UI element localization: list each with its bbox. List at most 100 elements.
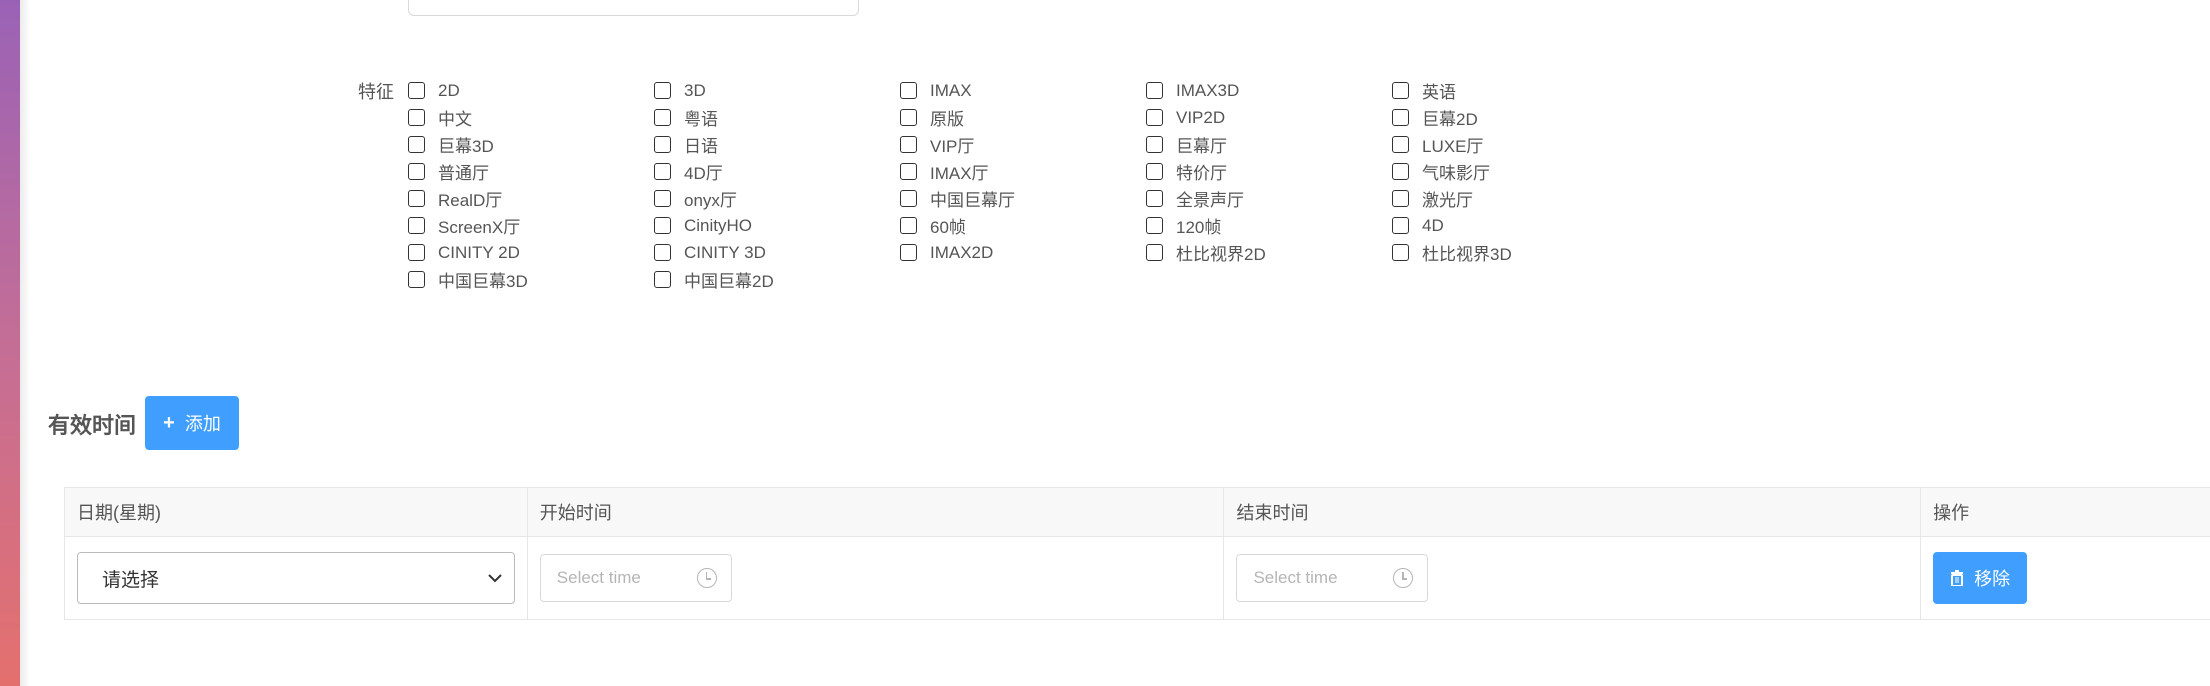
- feature-checkbox[interactable]: [900, 163, 917, 180]
- feature-checkbox[interactable]: [654, 136, 671, 153]
- feature-label: 中国巨幕厅: [930, 191, 1015, 210]
- feature-label: 英语: [1422, 83, 1456, 102]
- feature-checkbox[interactable]: [1146, 217, 1163, 234]
- feature-option[interactable]: 2D: [408, 77, 654, 104]
- feature-checkbox[interactable]: [408, 190, 425, 207]
- feature-label: 杜比视界3D: [1422, 245, 1512, 264]
- feature-label: 激光厅: [1422, 191, 1473, 210]
- feature-label: 巨幕2D: [1422, 110, 1478, 129]
- feature-checkbox[interactable]: [408, 271, 425, 288]
- feature-checkbox[interactable]: [1392, 82, 1409, 99]
- feature-label: IMAX厅: [930, 164, 989, 183]
- feature-option[interactable]: RealD厅: [408, 185, 654, 212]
- feature-checkbox[interactable]: [1146, 136, 1163, 153]
- feature-option[interactable]: 杜比视界2D: [1146, 239, 1392, 266]
- feature-checkbox[interactable]: [408, 136, 425, 153]
- feature-option[interactable]: ScreenX厅: [408, 212, 654, 239]
- start-time-placeholder: Select time: [556, 568, 641, 587]
- feature-option[interactable]: 粤语: [654, 104, 900, 131]
- add-button[interactable]: + 添加: [145, 396, 239, 450]
- feature-option[interactable]: 日语: [654, 131, 900, 158]
- feature-label: 全景声厅: [1176, 191, 1244, 210]
- feature-option[interactable]: CINITY 2D: [408, 239, 654, 266]
- feature-option[interactable]: 中国巨幕3D: [408, 266, 654, 293]
- feature-option[interactable]: 原版: [900, 104, 1146, 131]
- feature-checkbox[interactable]: [408, 109, 425, 126]
- feature-option[interactable]: 巨幕3D: [408, 131, 654, 158]
- feature-checkbox[interactable]: [1392, 244, 1409, 261]
- feature-option[interactable]: VIP2D: [1146, 104, 1392, 131]
- feature-option[interactable]: 巨幕2D: [1392, 104, 1638, 131]
- feature-label: IMAX3D: [1176, 80, 1240, 100]
- feature-option[interactable]: 激光厅: [1392, 185, 1638, 212]
- features-label: 特征: [358, 82, 394, 102]
- feature-checkbox[interactable]: [1146, 190, 1163, 207]
- feature-checkbox[interactable]: [654, 271, 671, 288]
- feature-option[interactable]: 杜比视界3D: [1392, 239, 1638, 266]
- remove-button[interactable]: 移除: [1933, 552, 2028, 604]
- feature-checkbox[interactable]: [1392, 109, 1409, 126]
- feature-option[interactable]: CINITY 3D: [654, 239, 900, 266]
- feature-checkbox[interactable]: [900, 109, 917, 126]
- feature-checkbox[interactable]: [900, 244, 917, 261]
- feature-checkbox[interactable]: [900, 82, 917, 99]
- feature-checkbox[interactable]: [654, 109, 671, 126]
- feature-option[interactable]: IMAX2D: [900, 239, 1146, 266]
- feature-label: 4D: [1422, 215, 1444, 235]
- feature-option[interactable]: IMAX厅: [900, 158, 1146, 185]
- feature-option[interactable]: 中国巨幕2D: [654, 266, 900, 293]
- feature-checkbox[interactable]: [900, 136, 917, 153]
- feature-checkbox[interactable]: [1146, 82, 1163, 99]
- feature-option[interactable]: CinityHO: [654, 212, 900, 239]
- feature-option[interactable]: 英语: [1392, 77, 1638, 104]
- table-header: 日期(星期) 开始时间 结束时间 操作: [65, 488, 2210, 537]
- text-input-partial[interactable]: [408, 0, 859, 16]
- feature-option[interactable]: 中国巨幕厅: [900, 185, 1146, 212]
- feature-checkbox[interactable]: [900, 217, 917, 234]
- feature-label: 120帧: [1176, 218, 1222, 237]
- feature-checkbox[interactable]: [900, 190, 917, 207]
- end-time-input[interactable]: Select time: [1236, 554, 1429, 602]
- date-select[interactable]: 请选择: [77, 552, 515, 604]
- feature-checkbox[interactable]: [654, 163, 671, 180]
- header-end-time: 结束时间: [1224, 488, 1922, 536]
- feature-option[interactable]: IMAX: [900, 77, 1146, 104]
- feature-option[interactable]: 特价厅: [1146, 158, 1392, 185]
- feature-checkbox[interactable]: [408, 163, 425, 180]
- feature-checkbox[interactable]: [1392, 190, 1409, 207]
- feature-checkbox[interactable]: [1146, 244, 1163, 261]
- feature-option[interactable]: 普通厅: [408, 158, 654, 185]
- feature-checkbox[interactable]: [1392, 136, 1409, 153]
- feature-checkbox[interactable]: [1392, 217, 1409, 234]
- feature-option[interactable]: 气味影厅: [1392, 158, 1638, 185]
- feature-label: IMAX: [930, 80, 972, 100]
- feature-option[interactable]: 60帧: [900, 212, 1146, 239]
- feature-option[interactable]: 全景声厅: [1146, 185, 1392, 212]
- feature-option[interactable]: IMAX3D: [1146, 77, 1392, 104]
- feature-option[interactable]: 120帧: [1146, 212, 1392, 239]
- feature-checkbox[interactable]: [654, 82, 671, 99]
- feature-checkbox[interactable]: [408, 217, 425, 234]
- feature-option[interactable]: 中文: [408, 104, 654, 131]
- feature-checkbox[interactable]: [654, 217, 671, 234]
- plus-icon: +: [163, 411, 175, 434]
- feature-checkbox[interactable]: [408, 82, 425, 99]
- feature-checkbox[interactable]: [654, 190, 671, 207]
- feature-checkbox[interactable]: [1392, 163, 1409, 180]
- feature-option[interactable]: VIP厅: [900, 131, 1146, 158]
- feature-checkbox[interactable]: [654, 244, 671, 261]
- add-button-label: 添加: [184, 414, 221, 434]
- feature-option[interactable]: 4D厅: [654, 158, 900, 185]
- feature-label: 气味影厅: [1422, 164, 1490, 183]
- feature-checkbox[interactable]: [408, 244, 425, 261]
- feature-option[interactable]: 3D: [654, 77, 900, 104]
- feature-option[interactable]: LUXE厅: [1392, 131, 1638, 158]
- feature-option[interactable]: 4D: [1392, 212, 1638, 239]
- end-time-placeholder: Select time: [1253, 568, 1338, 587]
- sidebar-shadow: [20, 0, 30, 686]
- feature-checkbox[interactable]: [1146, 109, 1163, 126]
- feature-option[interactable]: onyx厅: [654, 185, 900, 212]
- feature-checkbox[interactable]: [1146, 163, 1163, 180]
- start-time-input[interactable]: Select time: [539, 554, 732, 602]
- feature-option[interactable]: 巨幕厅: [1146, 131, 1392, 158]
